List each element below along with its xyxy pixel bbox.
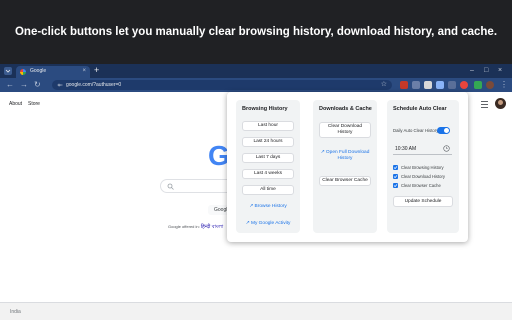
- schedule-auto-clear-panel: Schedule Auto Clear Daily Auto Clear His…: [387, 100, 459, 233]
- extension-icon[interactable]: [436, 81, 444, 89]
- site-info-icon[interactable]: [57, 82, 63, 88]
- clear-last-7-days-button[interactable]: Last 7 days: [242, 153, 294, 163]
- browse-history-link[interactable]: ↗ Browse History: [240, 204, 296, 210]
- clear-last-24-hours-button[interactable]: Last 24 hours: [242, 137, 294, 147]
- url-text: google.com/?authuser=0: [66, 82, 122, 88]
- update-schedule-button[interactable]: Update Schedule: [393, 196, 453, 207]
- daily-auto-clear-toggle[interactable]: [437, 127, 450, 134]
- tab-title: Google: [30, 68, 47, 74]
- minimize-button[interactable]: –: [470, 65, 474, 76]
- clear-last-hour-button[interactable]: Last hour: [242, 121, 294, 131]
- checkbox-checked-icon[interactable]: [393, 183, 398, 188]
- new-tab-button[interactable]: +: [94, 65, 99, 76]
- tab-strip: Google × + – □ ×: [0, 64, 512, 78]
- browsing-history-title: Browsing History: [242, 106, 288, 112]
- my-google-activity-link[interactable]: ↗ My Google Activity: [240, 221, 296, 227]
- profile-avatar[interactable]: [486, 81, 494, 89]
- back-button[interactable]: ←: [6, 79, 14, 91]
- tab-close-icon[interactable]: ×: [82, 67, 86, 76]
- checkbox-checked-icon[interactable]: [393, 165, 398, 170]
- store-link[interactable]: Store: [28, 101, 40, 107]
- promo-banner: One-click buttons let you manually clear…: [0, 0, 512, 64]
- forward-button[interactable]: →: [20, 79, 28, 91]
- menu-icon[interactable]: ⋮: [500, 79, 508, 91]
- clear-download-history-button[interactable]: Clear Download History: [319, 122, 371, 138]
- browsing-history-panel: Browsing History Last hour Last 24 hours…: [236, 100, 300, 233]
- checkbox-checked-icon[interactable]: [393, 174, 398, 179]
- extension-icon[interactable]: [424, 81, 432, 89]
- page-footer: India: [0, 302, 512, 320]
- extension-icon[interactable]: [412, 81, 420, 89]
- account-avatar[interactable]: [495, 98, 506, 109]
- checkbox-label: Clear Download History: [401, 174, 445, 179]
- google-favicon-icon: [20, 69, 26, 75]
- clear-browser-cache-button[interactable]: Clear Browser Cache: [319, 176, 371, 186]
- google-apps-icon[interactable]: [481, 101, 488, 109]
- reload-button[interactable]: ↻: [34, 79, 41, 91]
- search-icon: [167, 183, 174, 190]
- extension-red-icon[interactable]: [400, 81, 408, 89]
- language-offer: Google offered in: हिन्दी বাংলা: [168, 224, 223, 232]
- open-full-download-history-link[interactable]: ↗ Open Full Download History: [317, 150, 373, 162]
- footer-region: India: [10, 309, 21, 315]
- history-cleaner-extension-icon[interactable]: [460, 81, 468, 89]
- close-window-button[interactable]: ×: [498, 65, 502, 76]
- language-links[interactable]: हिन्दी বাংলা: [201, 224, 223, 230]
- schedule-time-value: 10:30 AM: [395, 146, 417, 152]
- extension-popup: Browsing History Last hour Last 24 hours…: [227, 92, 468, 242]
- tab-search-button[interactable]: [4, 67, 12, 75]
- tab-google[interactable]: Google ×: [16, 66, 90, 78]
- downloads-cache-title: Downloads & Cache: [319, 106, 372, 112]
- clear-last-4-weeks-button[interactable]: Last 4 weeks: [242, 169, 294, 179]
- address-bar[interactable]: google.com/?authuser=0 ☆: [52, 80, 392, 90]
- downloads-cache-panel: Downloads & Cache Clear Download History…: [313, 100, 377, 233]
- checkbox-label: Clear Browser Cache: [401, 183, 441, 188]
- checkbox-label: Clear Browsing History: [401, 165, 444, 170]
- extension-icon[interactable]: [474, 81, 482, 89]
- about-link[interactable]: About: [9, 101, 22, 107]
- clear-all-time-button[interactable]: All time: [242, 185, 294, 195]
- browser-toolbar: ← → ↻ google.com/?authuser=0 ☆ ⋮: [0, 78, 512, 92]
- daily-auto-clear-label: Daily Auto Clear History: [393, 128, 439, 133]
- schedule-auto-clear-title: Schedule Auto Clear: [393, 106, 447, 112]
- chevron-down-icon: [5, 69, 11, 73]
- maximize-button[interactable]: □: [484, 65, 488, 76]
- puzzle-icon[interactable]: [448, 81, 456, 89]
- language-offer-label: Google offered in:: [168, 224, 200, 229]
- schedule-time-input[interactable]: 10:30 AM: [393, 143, 452, 155]
- clock-icon[interactable]: [443, 145, 450, 152]
- bookmark-star-icon[interactable]: ☆: [381, 80, 387, 90]
